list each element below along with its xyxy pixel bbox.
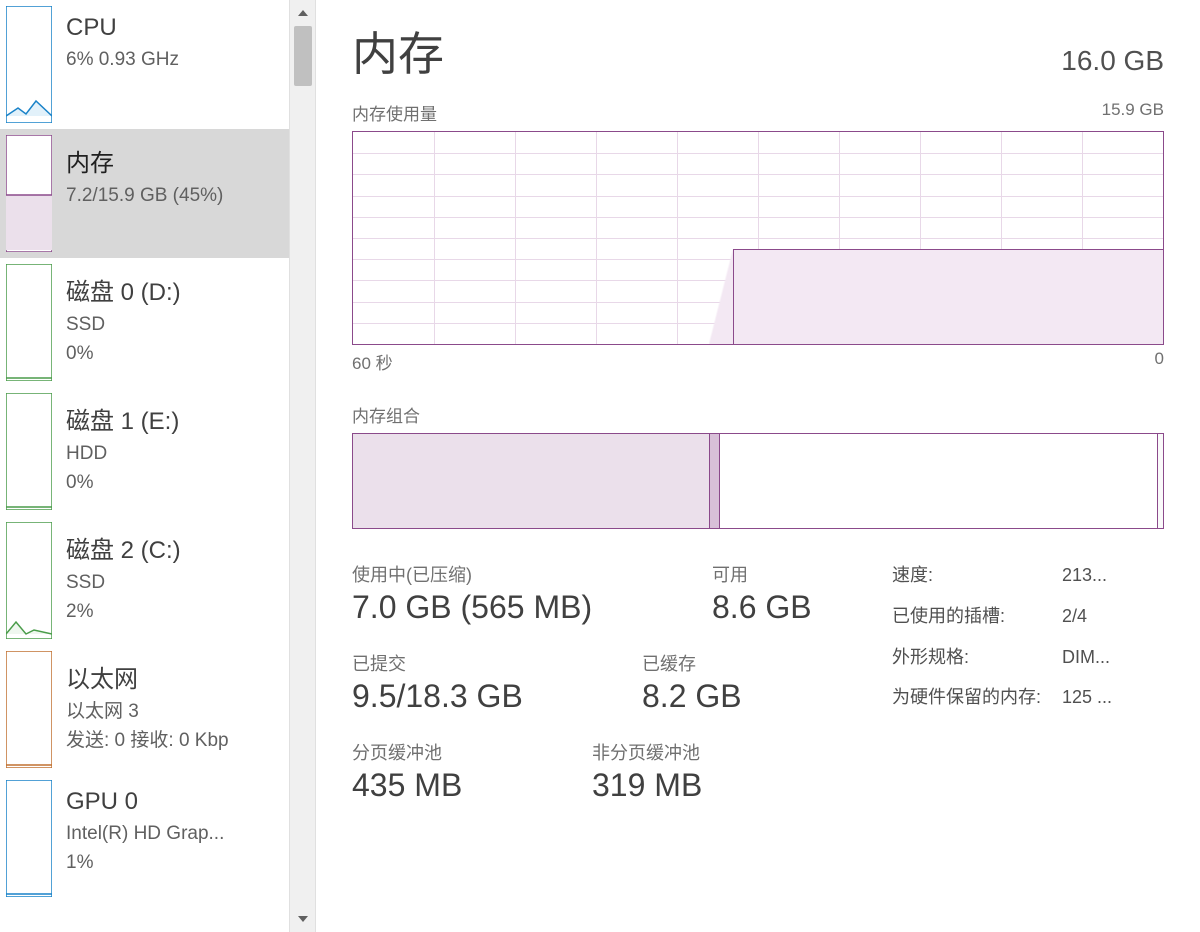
sidebar-item-sub2: 2% <box>66 598 282 627</box>
sidebar-item-4[interactable]: 磁盘 2 (C:) SSD2% <box>0 516 290 645</box>
composition-segment-0 <box>353 434 710 528</box>
sidebar-item-title: 以太网 <box>66 659 282 694</box>
sidebar-item-6[interactable]: GPU 0 Intel(R) HD Grap...1% <box>0 774 290 903</box>
sidebar: CPU 6% 0.93 GHz 内存 7.2/15.9 GB (45%) 磁盘 0 (D… <box>0 0 316 932</box>
inuse-label: 使用中(已压缩) <box>352 561 672 587</box>
axis-right: 0 <box>1155 349 1164 374</box>
nonpaged-value: 319 MB <box>592 767 702 804</box>
axis-left: 60 秒 <box>352 349 393 374</box>
paged-label: 分页缓冲池 <box>352 739 552 765</box>
form-v: DIM... <box>1062 643 1164 672</box>
committed-value: 9.5/18.3 GB <box>352 678 602 715</box>
reserved-k: 为硬件保留的内存: <box>892 683 1062 712</box>
sidebar-item-5[interactable]: 以太网以太网 3发送: 0 接收: 0 Kbp <box>0 645 290 774</box>
memory-total: 16.0 GB <box>1061 45 1164 77</box>
composition-segment-3 <box>1158 434 1163 528</box>
main-panel: 内存 16.0 GB 内存使用量 15.9 GB 60 秒 0 内存组合 使用中… <box>316 0 1200 932</box>
usage-chart <box>352 131 1164 345</box>
mini-chart-icon <box>0 516 52 645</box>
sidebar-item-sub: SSD <box>66 311 282 340</box>
sidebar-item-title: 磁盘 2 (C:) <box>66 530 282 565</box>
sidebar-item-title: GPU 0 <box>66 788 282 816</box>
paged-value: 435 MB <box>352 767 552 804</box>
sidebar-item-2[interactable]: 磁盘 0 (D:) SSD0% <box>0 258 290 387</box>
avail-label: 可用 <box>712 561 812 587</box>
reserved-v: 125 ... <box>1062 683 1164 712</box>
sidebar-item-title: 内存 <box>66 143 282 178</box>
composition-segment-1 <box>710 434 720 528</box>
speed-k: 速度: <box>892 561 1062 590</box>
usage-chart-label: 内存使用量 <box>352 100 437 125</box>
sidebar-item-sub: 7.2/15.9 GB (45%) <box>66 182 282 211</box>
sidebar-item-sub: Intel(R) HD Grap... <box>66 820 282 849</box>
usage-chart-max: 15.9 GB <box>1102 100 1164 125</box>
page-title: 内存 <box>352 18 444 84</box>
stats: 使用中(已压缩) 7.0 GB (565 MB) 可用 8.6 GB 已提交 9… <box>352 561 1164 828</box>
scrollbar[interactable] <box>289 0 315 932</box>
sidebar-item-sub2: 0% <box>66 340 282 369</box>
scroll-up-icon[interactable] <box>290 0 316 26</box>
nonpaged-label: 非分页缓冲池 <box>592 739 702 765</box>
mini-chart-icon <box>0 774 52 903</box>
scroll-down-icon[interactable] <box>290 906 316 932</box>
mini-chart-icon <box>0 129 52 258</box>
sidebar-item-1[interactable]: 内存 7.2/15.9 GB (45%) <box>0 129 290 258</box>
sidebar-item-title: 磁盘 1 (E:) <box>66 401 282 436</box>
inuse-value: 7.0 GB (565 MB) <box>352 589 672 626</box>
committed-label: 已提交 <box>352 650 602 676</box>
sidebar-item-title: 磁盘 0 (D:) <box>66 272 282 307</box>
slots-v: 2/4 <box>1062 602 1164 631</box>
cached-label: 已缓存 <box>642 650 742 676</box>
sidebar-item-sub2: 1% <box>66 849 282 878</box>
sidebar-item-sub: 以太网 3 <box>66 698 282 727</box>
sidebar-item-sub2: 0% <box>66 469 282 498</box>
scroll-thumb[interactable] <box>294 26 312 86</box>
composition-label: 内存组合 <box>352 402 420 427</box>
sidebar-item-0[interactable]: CPU 6% 0.93 GHz <box>0 0 290 129</box>
mini-chart-icon <box>0 645 52 774</box>
sidebar-item-sub: 6% 0.93 GHz <box>66 46 282 75</box>
form-k: 外形规格: <box>892 643 1062 672</box>
mini-chart-icon <box>0 258 52 387</box>
sidebar-item-sub2: 发送: 0 接收: 0 Kbp <box>66 727 282 756</box>
mini-chart-icon <box>0 387 52 516</box>
avail-value: 8.6 GB <box>712 589 812 626</box>
composition-chart <box>352 433 1164 529</box>
sidebar-item-3[interactable]: 磁盘 1 (E:) HDD0% <box>0 387 290 516</box>
mini-chart-icon <box>0 0 52 129</box>
speed-v: 213... <box>1062 561 1164 590</box>
sidebar-item-sub: HDD <box>66 440 282 469</box>
sidebar-item-title: CPU <box>66 14 282 42</box>
composition-segment-2 <box>720 434 1158 528</box>
cached-value: 8.2 GB <box>642 678 742 715</box>
sidebar-item-sub: SSD <box>66 569 282 598</box>
scroll-track[interactable] <box>290 26 315 906</box>
slots-k: 已使用的插槽: <box>892 602 1062 631</box>
